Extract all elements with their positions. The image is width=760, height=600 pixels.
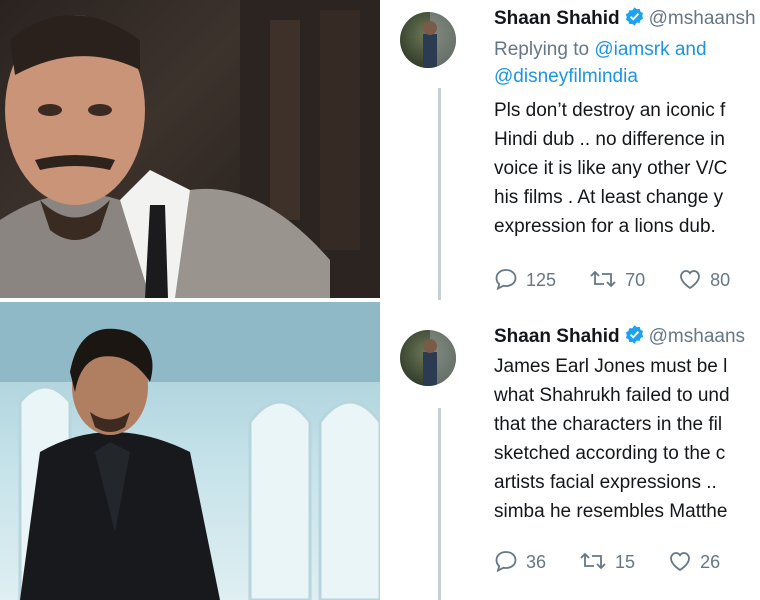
verified-badge-icon — [624, 324, 645, 351]
verified-badge-icon — [624, 6, 645, 33]
action-bar: 125 70 80 — [494, 268, 758, 291]
tweet-text-line: artists facial expressions .. — [494, 472, 717, 493]
avatar[interactable] — [400, 330, 456, 386]
tweet-1[interactable]: Shaan Shahid @mshaansh Replying to @iamsr… — [382, 0, 760, 300]
tweet-text-line: voice it is like any other V/C — [494, 158, 728, 179]
like-count: 26 — [700, 552, 721, 572]
name-row: Shaan Shahid @mshaans — [494, 324, 745, 351]
photo-shaan-shahid — [0, 0, 380, 298]
tweet-text-line: that the characters in the fil — [494, 414, 723, 435]
display-name[interactable]: Shaan Shahid — [494, 8, 620, 29]
tweet-text-line: expression for a lions dub. — [494, 216, 716, 237]
mention-link[interactable]: @iamsrk — [594, 39, 669, 60]
like-count: 80 — [710, 270, 731, 290]
tweet-text-line: simba he resembles Matthe — [494, 501, 728, 522]
tweet-2[interactable]: Shaan Shahid @mshaans James Earl Jones mu… — [382, 318, 760, 600]
like-button[interactable]: 26 — [668, 550, 720, 573]
retweet-count: 15 — [615, 552, 636, 572]
tweet-text-line: Hindi dub .. no difference in — [494, 129, 725, 150]
display-name[interactable]: Shaan Shahid — [494, 326, 620, 347]
retweet-icon — [590, 270, 616, 288]
action-bar: 36 15 26 — [494, 550, 748, 573]
tweet-text-line: his films . At least change y — [494, 187, 724, 208]
handle[interactable]: @mshaans — [649, 326, 745, 347]
reply-count: 125 — [526, 270, 557, 290]
tweet-text-line: James Earl Jones must be l — [494, 356, 728, 377]
tweet-text-line: sketched according to the c — [494, 443, 726, 464]
reply-icon — [495, 269, 517, 291]
mention-link[interactable]: @disneyfilmindia — [494, 66, 638, 87]
retweet-button[interactable]: 70 — [589, 268, 645, 291]
tweet-text: Pls don’t destroy an iconic f Hindi dub … — [494, 96, 727, 241]
replying-to: Replying to @iamsrk and @disneyfilmindia — [494, 36, 707, 90]
like-button[interactable]: 80 — [678, 268, 730, 291]
reply-count: 36 — [526, 552, 547, 572]
name-row: Shaan Shahid @mshaansh — [494, 6, 756, 33]
handle[interactable]: @mshaansh — [649, 8, 756, 29]
heart-icon — [670, 552, 690, 572]
avatar[interactable] — [400, 12, 456, 68]
heart-icon — [680, 270, 701, 290]
horizontal-divider — [0, 298, 380, 302]
photo-shahrukh-khan — [0, 302, 380, 600]
reply-icon — [495, 551, 517, 573]
reply-button[interactable]: 125 — [494, 268, 556, 291]
tweet-text-line: Pls don’t destroy an iconic f — [494, 100, 726, 121]
reply-button[interactable]: 36 — [494, 550, 546, 573]
tweet-text: James Earl Jones must be l what Shahrukh… — [494, 352, 730, 526]
mention-and: and — [674, 39, 707, 60]
tweet-text-line: what Shahrukh failed to und — [494, 385, 730, 406]
retweet-icon — [580, 552, 606, 570]
replying-to-label: Replying to — [494, 39, 590, 60]
retweet-button[interactable]: 15 — [579, 550, 635, 573]
retweet-count: 70 — [625, 270, 646, 290]
